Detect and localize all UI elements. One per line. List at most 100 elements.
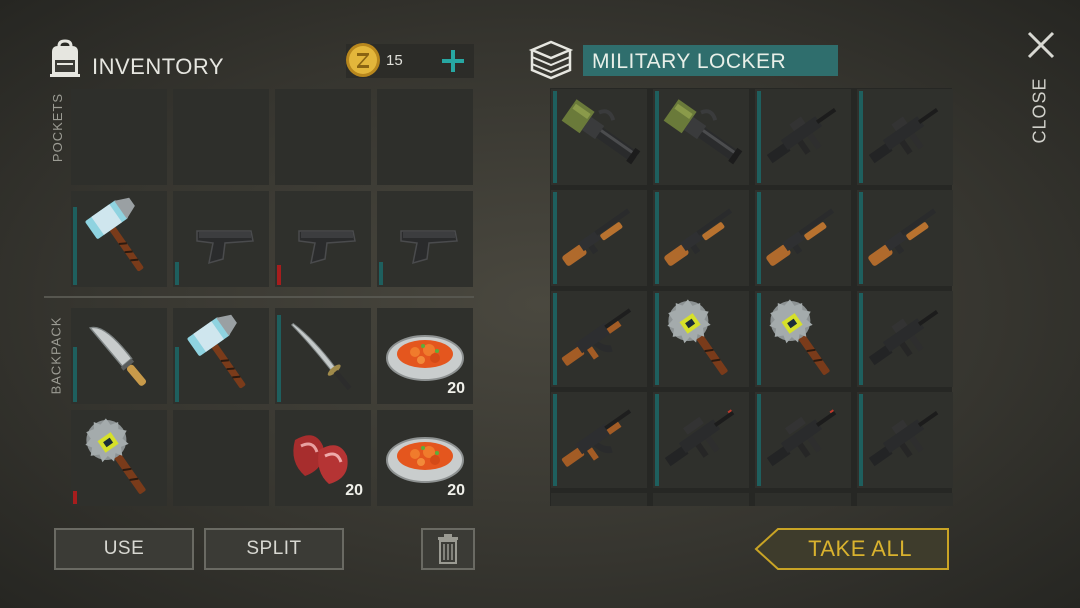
ak-rifle-icon — [561, 409, 632, 467]
take-all-label: TAKE ALL — [808, 536, 912, 561]
locker-slot[interactable] — [857, 190, 953, 286]
durability-bar — [175, 262, 179, 285]
pocket-slot[interactable] — [173, 191, 269, 287]
durability-bar — [655, 293, 659, 385]
add-coins-button[interactable] — [438, 44, 468, 78]
pocket-slot[interactable] — [377, 89, 473, 185]
locker-slot[interactable] — [755, 190, 851, 286]
trash-button[interactable] — [421, 528, 475, 570]
locker-slot[interactable] — [755, 89, 851, 185]
backpack-slot[interactable] — [173, 410, 269, 506]
saw-mace-icon — [85, 418, 146, 494]
backpack-label: BACKPACK — [48, 316, 64, 395]
locker-slot[interactable] — [857, 493, 953, 506]
durability-bar — [553, 192, 557, 284]
durability-bar — [859, 293, 863, 385]
shotgun-icon — [562, 208, 631, 266]
locker-slot[interactable] — [551, 493, 647, 506]
backpack-slot[interactable]: 20 — [275, 410, 371, 506]
minigun-icon — [561, 99, 641, 165]
pocket-slot[interactable] — [275, 191, 371, 287]
durability-bar — [277, 265, 281, 285]
locker-slot[interactable] — [551, 89, 647, 185]
durability-bar — [553, 91, 557, 183]
durability-bar — [757, 293, 761, 385]
locker-slot[interactable] — [653, 190, 749, 286]
durability-bar — [757, 192, 761, 284]
backpack-slot[interactable]: 20 — [377, 410, 473, 506]
pocket-slot[interactable] — [71, 191, 167, 287]
saw-mace-icon — [769, 299, 830, 375]
locker-slot[interactable] — [857, 89, 953, 185]
minigun-icon — [663, 99, 743, 165]
inventory-title: INVENTORY — [92, 54, 225, 79]
close-label: CLOSE — [1029, 77, 1050, 144]
backpack-icon — [50, 39, 80, 77]
locker-slot[interactable] — [653, 291, 749, 387]
locker-slot[interactable] — [857, 291, 953, 387]
machete-icon — [88, 326, 147, 386]
pocket-slot[interactable] — [71, 89, 167, 185]
pistol-icon — [196, 230, 254, 265]
coin-count: 15 — [386, 52, 403, 69]
durability-bar — [655, 91, 659, 183]
locker-icon — [528, 40, 574, 80]
durability-bar — [553, 394, 557, 486]
durability-bar — [859, 192, 863, 284]
backpack-slot[interactable]: 20 — [377, 308, 473, 404]
m4-rifle-scoped-icon — [664, 409, 735, 467]
pocket-slot[interactable] — [173, 89, 269, 185]
m4-rifle-icon — [868, 309, 939, 366]
locker-slot[interactable] — [653, 493, 749, 506]
durability-bar — [553, 293, 557, 385]
close-icon[interactable] — [1026, 30, 1056, 60]
locker-slot[interactable] — [857, 392, 953, 488]
hammer-icon — [85, 197, 144, 272]
split-button[interactable]: SPLIT — [204, 528, 344, 570]
durability-bar — [655, 192, 659, 284]
durability-bar — [757, 394, 761, 486]
pistol-icon — [400, 230, 458, 265]
durability-bar — [655, 394, 659, 486]
durability-bar — [73, 491, 77, 504]
trash-icon — [438, 534, 458, 564]
durability-bar — [757, 91, 761, 183]
locker-slot[interactable] — [755, 291, 851, 387]
backpack-slot[interactable] — [71, 410, 167, 506]
use-button[interactable]: USE — [54, 528, 194, 570]
hammer-icon — [187, 314, 246, 389]
locker-slot[interactable] — [551, 392, 647, 488]
locker-slot[interactable] — [653, 392, 749, 488]
durability-bar — [73, 207, 77, 285]
pocket-slot[interactable] — [275, 89, 371, 185]
locker-slot[interactable] — [551, 190, 647, 286]
shotgun-icon — [664, 208, 733, 266]
m4-rifle-icon — [868, 107, 939, 164]
katana-icon — [290, 322, 352, 391]
item-quantity: 20 — [447, 482, 465, 499]
m4-rifle-scoped-icon — [766, 409, 837, 467]
pockets-label: POCKETS — [50, 92, 66, 163]
durability-bar — [859, 91, 863, 183]
coin-icon — [346, 43, 380, 77]
backpack-slot[interactable] — [275, 308, 371, 404]
durability-bar — [277, 315, 281, 402]
section-divider — [44, 296, 474, 298]
locker-slot[interactable] — [755, 392, 851, 488]
pocket-slot[interactable] — [377, 191, 473, 287]
m4-rifle-icon — [766, 107, 837, 164]
saw-mace-icon — [667, 299, 728, 375]
backpack-slot[interactable] — [71, 308, 167, 404]
close-button[interactable]: CLOSE — [1000, 77, 1080, 143]
locker-slot[interactable] — [653, 89, 749, 185]
locker-slot[interactable] — [551, 291, 647, 387]
ak-rifle-icon — [561, 308, 632, 366]
locker-slot[interactable] — [755, 493, 851, 506]
backpack-slot[interactable] — [173, 308, 269, 404]
take-all-button[interactable]: TAKE ALL — [754, 527, 950, 571]
locker-title-bar: MILITARY LOCKER — [583, 45, 838, 76]
durability-bar — [73, 347, 77, 402]
locker-title: MILITARY LOCKER — [592, 50, 787, 73]
item-quantity: 20 — [345, 482, 363, 499]
durability-bar — [859, 394, 863, 486]
